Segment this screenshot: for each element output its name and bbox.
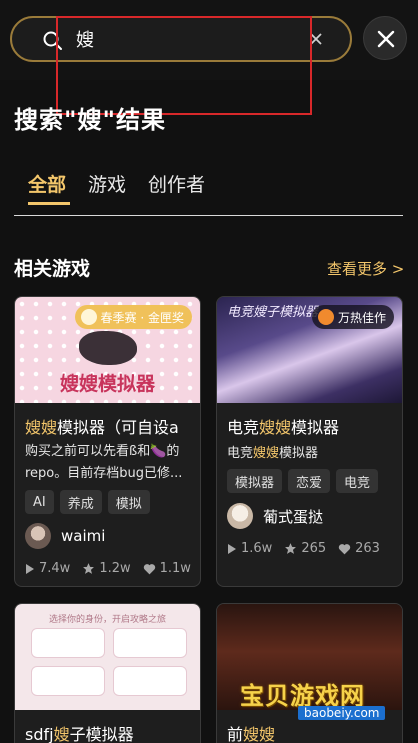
search-icon <box>43 31 62 50</box>
card-title: 前嫂嫂 <box>227 721 399 743</box>
tag[interactable]: 模拟 <box>107 490 150 514</box>
game-thumbnail: 春季赛 · 金匣奖 嫂嫂模拟器 <box>15 297 200 403</box>
thumbnail-title: 电竞嫂子模拟器 <box>227 305 319 320</box>
page-title: 搜索"嫂"结果 <box>14 106 167 134</box>
tag[interactable]: AI <box>25 490 54 514</box>
title-rest: 模拟器 <box>291 418 340 437</box>
star-count: 265 <box>301 541 327 556</box>
badge-label: 万热佳作 <box>337 310 386 325</box>
role-cell <box>31 666 105 696</box>
subtitle-rest: 模拟器 <box>279 446 319 461</box>
star-icon <box>83 563 95 574</box>
game-card[interactable]: 春季赛 · 金匣奖 嫂嫂模拟器 嫂嫂模拟器（可自设a 购买之前可以先看ß和🍆的r… <box>14 296 201 587</box>
card-stats: 1.6w 265 263 <box>227 541 380 556</box>
tag-list: 模拟器 恋爱 电竞 <box>227 469 379 493</box>
author[interactable]: 葡式蛋挞 <box>227 503 323 529</box>
subtitle-prefix: 电竞 <box>227 446 254 461</box>
tab-all[interactable]: 全部 <box>28 170 66 197</box>
play-count: 7.4w <box>39 561 71 576</box>
section-title: 相关游戏 <box>14 258 91 280</box>
title-highlight: 嫂嫂 <box>259 418 292 437</box>
role-cell <box>113 628 187 658</box>
see-more-link[interactable]: 查看更多 > <box>327 258 404 279</box>
tag[interactable]: 模拟器 <box>227 469 283 493</box>
role-cell <box>113 666 187 696</box>
top-bar <box>0 0 418 80</box>
clear-icon[interactable] <box>308 31 324 47</box>
thumbnail-title: 嫂嫂模拟器 <box>59 373 155 395</box>
title-prefix: 前 <box>227 725 244 743</box>
heart-icon <box>143 563 155 574</box>
tab-games[interactable]: 游戏 <box>88 170 126 197</box>
card-subtitle: 电竞嫂嫂模拟器 <box>227 443 399 465</box>
play-count: 1.6w <box>241 541 273 556</box>
hot-badge: 万热佳作 <box>311 305 394 329</box>
heart-icon <box>338 543 351 554</box>
role-cell <box>31 628 105 658</box>
title-prefix: sdfj <box>25 725 54 743</box>
badge-label: 春季赛 · 金匣奖 <box>100 310 184 325</box>
title-rest: 模拟器（可自设a <box>57 418 179 437</box>
title-highlight: 嫂 <box>53 725 70 743</box>
tab-bar: 全部 游戏 创作者 <box>14 168 403 216</box>
game-card[interactable]: 前嫂嫂 <box>216 603 403 743</box>
title-highlight: 嫂嫂 <box>25 418 58 437</box>
author[interactable]: waimi <box>25 523 105 549</box>
play-icon <box>228 543 236 554</box>
star-icon <box>285 543 297 554</box>
search-input[interactable] <box>76 26 296 52</box>
watermark-url: baobeiy.com <box>298 706 386 720</box>
game-card[interactable]: 选择你的身份，开启攻略之旅 sdfj嫂子模拟器 <box>14 603 201 743</box>
card-title: 电竞嫂嫂模拟器 <box>227 414 399 438</box>
tag[interactable]: 恋爱 <box>288 469 331 493</box>
play-icon <box>26 563 34 574</box>
tag[interactable]: 电竞 <box>336 469 379 493</box>
tag-list: AI 养成 模拟 <box>25 490 150 514</box>
author-name: waimi <box>61 527 106 545</box>
like-count: 1.1w <box>159 561 191 576</box>
tab-creators[interactable]: 创作者 <box>148 170 205 197</box>
star-count: 1.2w <box>99 561 131 576</box>
author-name: 葡式蛋挞 <box>263 507 324 526</box>
tag[interactable]: 养成 <box>59 490 102 514</box>
search-box[interactable] <box>10 16 352 62</box>
like-count: 263 <box>355 541 380 556</box>
game-thumbnail: 电竞嫂子模拟器 万热佳作 <box>217 297 402 403</box>
card-stats: 7.4w 1.2w 1.1w <box>25 561 191 576</box>
character-blob <box>79 331 137 365</box>
avatar <box>227 503 253 529</box>
title-highlight: 嫂嫂 <box>243 725 276 743</box>
tab-underline <box>28 202 70 205</box>
role-grid <box>31 628 187 696</box>
close-button[interactable] <box>363 16 407 60</box>
title-rest: 子模拟器 <box>69 725 134 743</box>
title-prefix: 电竞 <box>227 418 260 437</box>
close-icon <box>377 30 395 48</box>
game-card[interactable]: 电竞嫂子模拟器 万热佳作 电竞嫂嫂模拟器 电竞嫂嫂模拟器 模拟器 恋爱 电竞 葡… <box>216 296 403 587</box>
crown-icon <box>80 309 97 325</box>
thumbnail-title: 选择你的身份，开启攻略之旅 <box>48 615 166 625</box>
award-badge: 春季赛 · 金匣奖 <box>74 305 192 329</box>
card-title: 嫂嫂模拟器（可自设a <box>25 414 197 438</box>
game-thumbnail: 选择你的身份，开启攻略之旅 <box>15 604 200 710</box>
subtitle-highlight: 嫂嫂 <box>253 446 280 461</box>
card-description: 购买之前可以先看ß和🍆的repo。目前存档bug已修... <box>25 444 183 481</box>
avatar <box>25 523 51 549</box>
flame-icon <box>317 309 334 325</box>
card-title: sdfj嫂子模拟器 <box>25 721 197 743</box>
